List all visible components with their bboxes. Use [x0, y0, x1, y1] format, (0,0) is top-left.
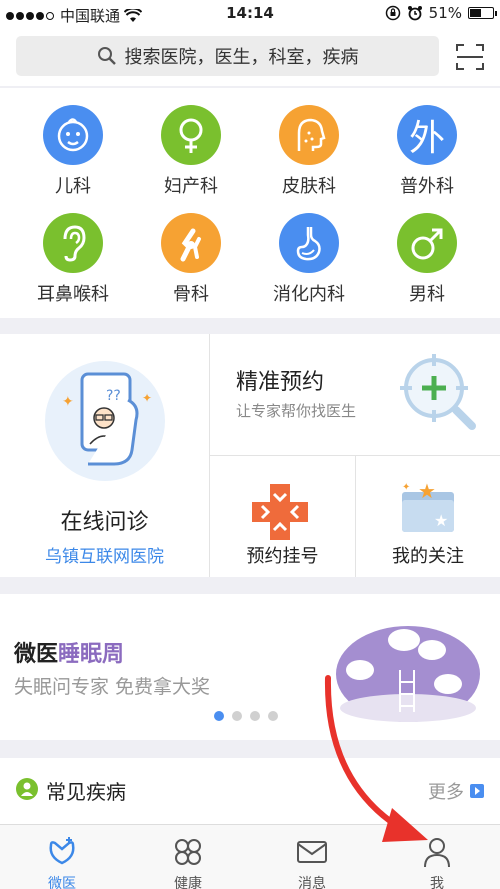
search-bar: 搜索医院，医生，科室，疾病	[0, 28, 500, 86]
dept-obgyn[interactable]: 妇产科	[141, 105, 241, 198]
battery-percent: 51%	[428, 4, 462, 22]
department-grid: 儿科 妇产科 皮肤科 外 普外科 耳鼻喉科 骨科 消化内科 男科	[0, 88, 500, 318]
tab-bar: 微医 健康 消息 我	[0, 824, 500, 889]
dept-andrology[interactable]: 男科	[377, 213, 477, 306]
tab-health[interactable]: 健康	[148, 835, 228, 889]
precise-appointment-card[interactable]: 精准预约 让专家帮你找医生	[210, 334, 500, 455]
clover-icon	[175, 839, 201, 865]
dept-label: 男科	[409, 284, 445, 305]
dept-dermatology[interactable]: 皮肤科	[259, 105, 359, 198]
alarm-icon	[407, 6, 422, 21]
rotation-lock-icon	[385, 5, 400, 21]
bone-icon	[161, 213, 221, 273]
baby-icon	[43, 105, 103, 165]
stomach-icon	[279, 213, 339, 273]
search-placeholder: 搜索医院，医生，科室，疾病	[124, 47, 359, 68]
svg-text:✦: ✦	[458, 633, 466, 643]
target-search-icon	[400, 354, 476, 430]
person-icon	[424, 838, 450, 868]
register-title: 预约挂号	[246, 546, 319, 567]
svg-text:★: ★	[418, 479, 436, 503]
surgery-icon: 外	[397, 105, 457, 165]
dept-label: 普外科	[400, 176, 454, 197]
banner-highlight: 睡眠周	[58, 642, 125, 667]
svg-text:✦: ✦	[402, 482, 410, 493]
dept-gastroenterology[interactable]: 消化内科	[259, 213, 359, 306]
pagination-dot[interactable]	[232, 711, 242, 721]
follow-card[interactable]: ★ ★ ✦ 我的关注	[356, 456, 500, 577]
person-badge-icon	[16, 778, 38, 800]
svg-text:??: ??	[106, 388, 121, 404]
precise-title: 精准预约	[236, 370, 325, 395]
dept-label: 耳鼻喉科	[37, 284, 109, 305]
status-bar: 中国联通 14:14 51%	[0, 0, 500, 28]
pagination-dot[interactable]	[250, 711, 260, 721]
more-label: 更多	[428, 782, 464, 803]
precise-subtitle: 让专家帮你找医生	[236, 402, 357, 420]
battery-icon	[468, 7, 497, 19]
male-icon	[397, 213, 457, 273]
svg-text:✦: ✦	[62, 394, 74, 410]
pagination-dot[interactable]	[214, 711, 224, 721]
pagination-dot[interactable]	[268, 711, 278, 721]
common-diseases-header[interactable]: 常见疾病 更多	[0, 758, 500, 824]
scan-icon[interactable]	[455, 42, 485, 72]
more-link[interactable]: 更多	[428, 778, 484, 804]
tab-messages[interactable]: 消息	[272, 835, 352, 889]
banner-subtitle: 失眠问专家 免费拿大奖	[14, 676, 211, 698]
arrow-right-icon	[470, 784, 484, 798]
tab-label: 微医	[48, 876, 76, 889]
tab-me[interactable]: 我	[397, 835, 477, 889]
doctor-phone-icon: ?? ✦ ✦	[45, 361, 165, 481]
hospital-cross-icon	[252, 484, 308, 540]
banner-title: 微医睡眠周	[14, 636, 124, 668]
ear-icon	[43, 213, 103, 273]
svg-text:✦: ✦	[382, 618, 390, 629]
face-icon	[279, 105, 339, 165]
dept-orthopedics[interactable]: 骨科	[141, 213, 241, 306]
online-consult-title: 在线问诊	[60, 510, 149, 535]
banner-pagination	[214, 711, 278, 721]
dept-label: 消化内科	[273, 284, 345, 305]
search-icon	[97, 47, 116, 65]
bookmark-folder-icon: ★ ★ ✦	[402, 479, 454, 532]
tab-label: 健康	[174, 876, 202, 889]
surgery-glyph: 外	[408, 118, 445, 159]
dept-ent[interactable]: 耳鼻喉科	[23, 213, 123, 306]
promo-banner[interactable]: 微医睡眠周 失眠问专家 免费拿大奖 ✦ ✦	[0, 594, 500, 740]
service-cards: ?? ✦ ✦ 在线问诊 乌镇互联网医院 精准预约 让专家帮你找医生 预约挂号 ★…	[0, 334, 500, 577]
mail-icon	[297, 841, 327, 863]
dept-label: 儿科	[55, 176, 91, 197]
weiyi-icon	[49, 837, 75, 865]
svg-text:✦: ✦	[142, 391, 152, 405]
dept-label: 骨科	[173, 284, 209, 305]
register-card[interactable]: 预约挂号	[210, 456, 355, 577]
follow-title: 我的关注	[392, 546, 464, 567]
sleeping-sheep-illustration: ✦ ✦	[336, 618, 480, 722]
online-consult-subtitle[interactable]: 乌镇互联网医院	[0, 542, 209, 567]
tab-weiyi[interactable]: 微医	[22, 835, 102, 889]
tab-label: 我	[430, 876, 444, 889]
female-icon	[161, 105, 221, 165]
common-title: 常见疾病	[46, 780, 126, 804]
dept-label: 妇产科	[164, 176, 218, 197]
dept-general-surgery[interactable]: 外 普外科	[377, 105, 477, 198]
svg-text:★: ★	[434, 511, 448, 530]
dept-label: 皮肤科	[282, 176, 336, 197]
search-input[interactable]: 搜索医院，医生，科室，疾病	[16, 36, 439, 76]
tab-label: 消息	[298, 876, 326, 889]
banner-brand: 微医	[14, 642, 59, 667]
online-consult-card[interactable]: ?? ✦ ✦ 在线问诊 乌镇互联网医院	[0, 334, 209, 577]
dept-pediatrics[interactable]: 儿科	[23, 105, 123, 198]
